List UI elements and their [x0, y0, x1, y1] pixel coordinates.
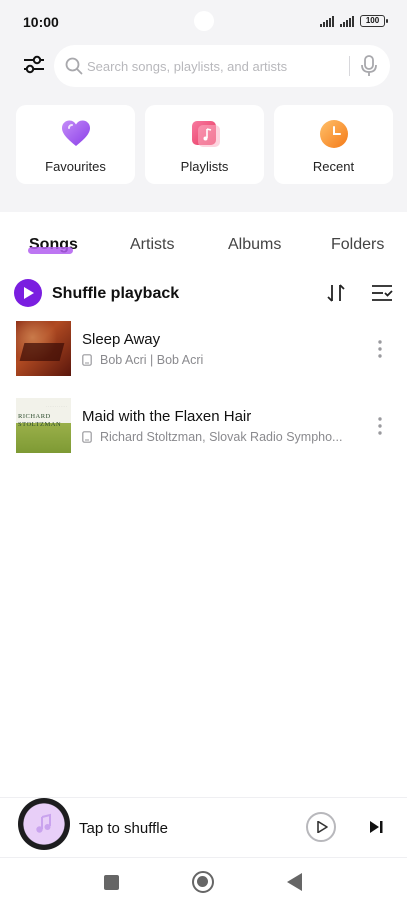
mini-player-label[interactable]: Tap to shuffle	[79, 820, 168, 837]
tab-folders[interactable]: Folders	[331, 236, 384, 254]
battery-icon: 100	[360, 15, 388, 27]
song-artist: Richard Stoltzman, Slovak Radio Sympho..…	[100, 430, 343, 444]
song-title: Sleep Away	[82, 331, 161, 348]
filter-settings-icon[interactable]	[22, 55, 46, 75]
system-nav-bar	[0, 857, 407, 906]
signal-icon	[320, 15, 334, 27]
now-playing-disc[interactable]	[18, 798, 70, 850]
shuffle-row: Shuffle playback	[0, 278, 407, 310]
song-row[interactable]: Sleep Away Bob Acri | Bob Acri	[0, 321, 407, 379]
shuffle-play-button[interactable]	[14, 279, 42, 307]
song-title: Maid with the Flaxen Hair	[82, 408, 252, 425]
active-tab-indicator	[28, 247, 73, 254]
favourites-label: Favourites	[45, 159, 106, 174]
play-icon	[24, 287, 34, 299]
album-art-text: STOLTZMAN	[18, 421, 62, 428]
tab-artists[interactable]: Artists	[130, 236, 174, 254]
album-art: · · · · · · · · · · · · RICHARD STOLTZMA…	[16, 398, 71, 453]
clock-icon	[319, 120, 348, 148]
mini-player[interactable]: Tap to shuffle	[0, 797, 407, 857]
song-row[interactable]: · · · · · · · · · · · · RICHARD STOLTZMA…	[0, 398, 407, 456]
home-nav-button[interactable]	[192, 871, 214, 893]
song-artist: Bob Acri | Bob Acri	[100, 353, 204, 367]
search-icon	[65, 57, 83, 75]
mini-play-button[interactable]	[306, 812, 336, 842]
album-art-text: RICHARD	[18, 413, 51, 420]
search-input[interactable]	[87, 45, 337, 87]
music-note-icon	[36, 813, 51, 833]
playlists-label: Playlists	[180, 159, 229, 174]
multi-select-icon[interactable]	[371, 284, 393, 302]
play-icon	[317, 821, 328, 833]
microphone-icon[interactable]	[360, 54, 378, 78]
search-bar[interactable]	[54, 45, 390, 87]
device-icon	[82, 431, 92, 443]
camera-cutout	[194, 11, 214, 31]
playlists-card[interactable]: Playlists	[145, 105, 264, 184]
favourites-card[interactable]: Favourites	[16, 105, 135, 184]
recent-label: Recent	[312, 159, 355, 174]
sort-icon[interactable]	[326, 283, 346, 303]
more-options-icon[interactable]	[378, 417, 382, 435]
recent-card[interactable]: Recent	[274, 105, 393, 184]
more-options-icon[interactable]	[378, 340, 382, 358]
status-bar: 10:00 100	[0, 0, 407, 44]
heart-icon	[61, 120, 90, 146]
tab-albums[interactable]: Albums	[228, 236, 281, 254]
status-time: 10:00	[23, 14, 59, 30]
signal-icon	[340, 15, 354, 27]
device-icon	[82, 354, 92, 366]
shuffle-playback-label[interactable]: Shuffle playback	[52, 285, 179, 303]
recents-nav-button[interactable]	[104, 875, 119, 890]
album-art	[16, 321, 71, 376]
playlist-icon	[191, 121, 220, 147]
next-track-icon[interactable]	[369, 820, 384, 834]
search-divider	[349, 56, 350, 76]
back-nav-button[interactable]	[287, 873, 302, 891]
